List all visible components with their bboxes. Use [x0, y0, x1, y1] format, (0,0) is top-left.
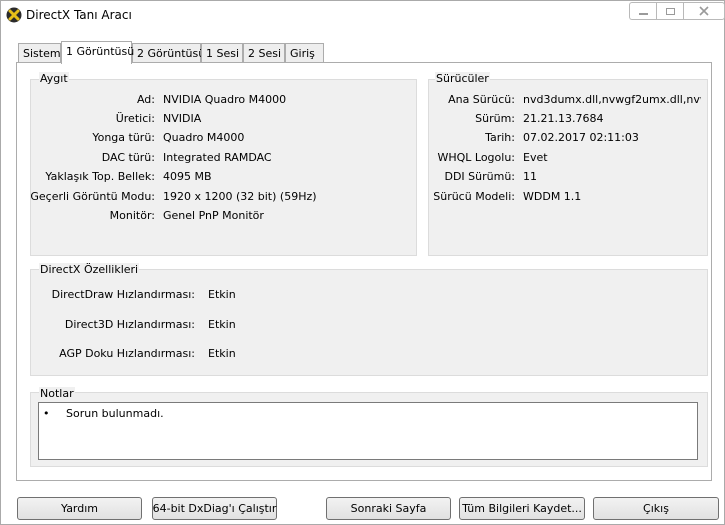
driver-date-label: Tarih: [485, 131, 515, 144]
tab-sound-1[interactable]: 1 Sesi [201, 43, 243, 62]
main-driver-label: Ana Sürücü: [448, 93, 515, 106]
ddi-version-label: DDI Sürümü: [444, 170, 515, 183]
display-mode-label: Geçerli Görüntü Modu: [30, 190, 155, 203]
chip-type-label: Yonga türü: [92, 131, 155, 144]
note-item: Sorun bulunmadı. [66, 407, 164, 420]
driver-date-value: 07.02.2017 02:11:03 [523, 131, 639, 144]
next-page-button[interactable]: Sonraki Sayfa [326, 497, 451, 520]
help-button[interactable]: Yardım [17, 497, 142, 520]
minimize-button[interactable] [629, 2, 656, 20]
driver-model-value: WDDM 1.1 [523, 190, 582, 203]
total-memory-value: 4095 MB [163, 170, 212, 183]
close-button[interactable] [683, 2, 725, 20]
device-name-label: Ad: [136, 93, 155, 106]
whql-label: WHQL Logolu: [437, 151, 515, 164]
main-driver-value: nvd3dumx.dll,nvwgf2umx.dll,nvwgf2 [523, 93, 701, 106]
note-bullet: • [43, 407, 50, 420]
directdraw-accel-label: DirectDraw Hızlandırması: [51, 288, 195, 301]
total-memory-label: Yaklaşık Top. Bellek: [45, 170, 155, 183]
monitor-label: Monitör: [109, 209, 155, 222]
window-title: DirectX Tanı Aracı [26, 8, 132, 22]
chip-type-value: Quadro M4000 [163, 131, 245, 144]
driver-version-value: 21.21.13.7684 [523, 112, 604, 125]
direct3d-accel-label: Direct3D Hızlandırması: [64, 318, 195, 331]
tab-input[interactable]: Giriş [285, 43, 324, 62]
driver-model-label: Sürücü Modeli: [433, 190, 515, 203]
notes-textbox[interactable]: • Sorun bulunmadı. [38, 402, 698, 460]
drivers-group-title: Sürücüler [435, 72, 490, 85]
display-mode-value: 1920 x 1200 (32 bit) (59Hz) [163, 190, 317, 203]
title-bar[interactable]: DirectX Tanı Aracı [1, 1, 725, 29]
whql-value: Evet [523, 151, 548, 164]
dac-type-value: Integrated RAMDAC [163, 151, 272, 164]
notes-title: Notlar [39, 387, 75, 400]
exit-button[interactable]: Çıkış [593, 497, 719, 520]
minimize-icon [638, 13, 648, 15]
manufacturer-value: NVIDIA [163, 112, 202, 125]
run-64bit-dxdiag-button[interactable]: 64-bit DxDiag'ı Çalıştır [152, 497, 277, 520]
tab-sound-2[interactable]: 2 Sesi [243, 43, 285, 62]
agp-texture-accel-label: AGP Doku Hızlandırması: [59, 347, 195, 360]
directx-features-title: DirectX Özellikleri [39, 263, 140, 276]
close-icon [699, 6, 709, 16]
dac-type-label: DAC türü: [101, 151, 155, 164]
save-all-info-button[interactable]: Tüm Bilgileri Kaydet... [459, 497, 585, 520]
device-name-value: NVIDIA Quadro M4000 [163, 93, 287, 106]
maximize-button[interactable] [656, 2, 683, 20]
tab-display-1[interactable]: 1 Görüntüsü [61, 41, 134, 64]
maximize-icon [665, 7, 675, 15]
tab-sistem[interactable]: Sistem [18, 43, 61, 62]
directx-logo-icon [6, 7, 22, 23]
agp-texture-accel-value: Etkin [208, 347, 236, 360]
manufacturer-label: Üretici: [115, 112, 155, 125]
monitor-value: Genel PnP Monitör [163, 209, 264, 222]
direct3d-accel-value: Etkin [208, 318, 236, 331]
directdraw-accel-value: Etkin [208, 288, 236, 301]
tab-display-2[interactable]: 2 Görüntüsü [132, 43, 205, 62]
ddi-version-value: 11 [523, 170, 537, 183]
driver-version-label: Sürüm: [475, 112, 515, 125]
dxdiag-window: DirectX Tanı Aracı Sistem 1 Görüntüsü 2 … [0, 0, 725, 525]
device-group-title: Aygıt [39, 72, 69, 85]
